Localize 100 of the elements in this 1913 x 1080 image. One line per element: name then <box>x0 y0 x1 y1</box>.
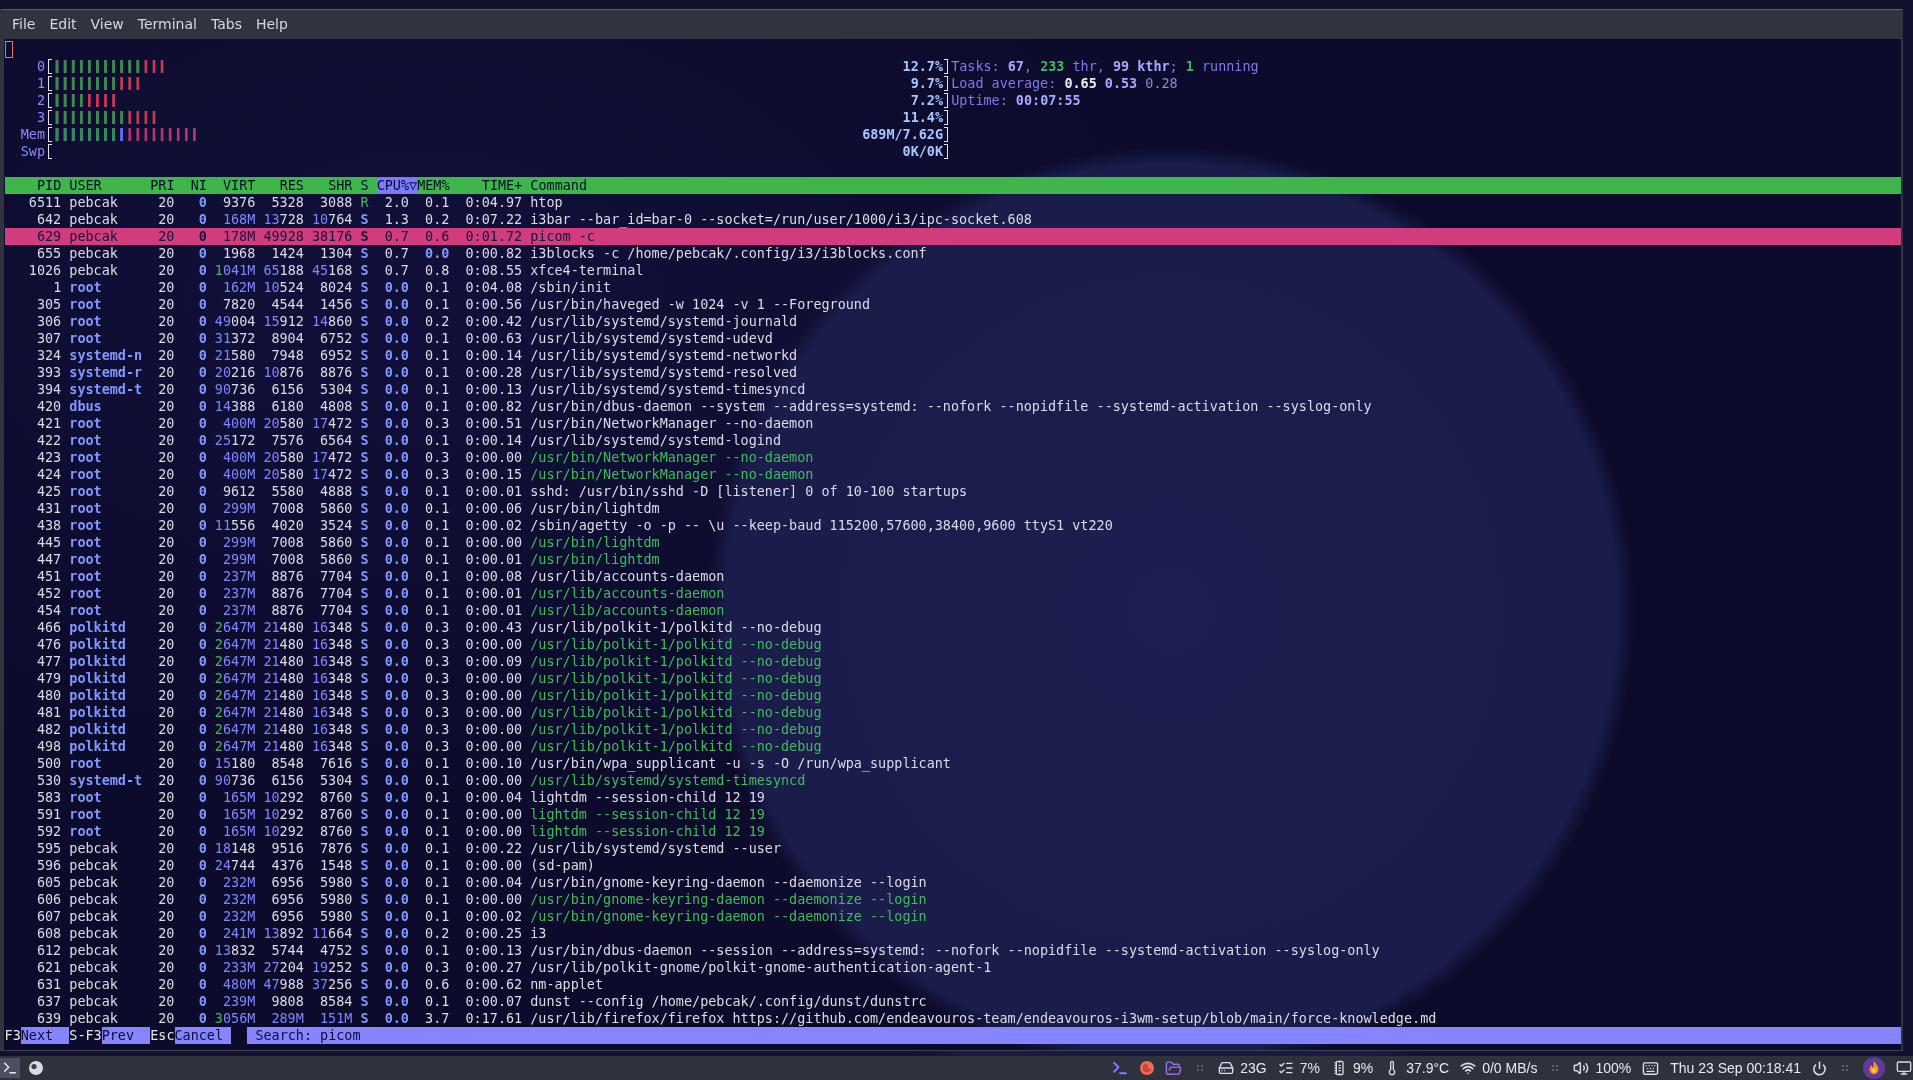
state-letter: S <box>360 620 369 635</box>
resident-memory-value: 21480 <box>263 620 304 635</box>
resident-memory-value: 20580 <box>263 416 304 431</box>
command-line: (sd-pam) <box>530 858 595 873</box>
column-header[interactable]: Command <box>530 178 587 193</box>
shared-memory-value: 6564 <box>319 433 353 448</box>
function-key-button[interactable]: Prev <box>101 1027 151 1044</box>
virtual-memory-value: 299M <box>222 552 256 567</box>
nice-value: 0 <box>198 705 207 720</box>
column-header[interactable]: NI <box>190 178 207 193</box>
folder-icon[interactable] <box>1165 1059 1183 1077</box>
command-line: /usr/bin/haveged -w 1024 -v 1 --Foreground <box>530 297 871 312</box>
meter-reading: 11.4% <box>902 109 944 126</box>
menu-item[interactable]: Terminal <box>130 10 204 39</box>
state-letter: S <box>360 773 369 788</box>
nice-value: 0 <box>198 399 207 414</box>
priority-value: 20 <box>158 756 175 771</box>
cpu-percent: 0.0 <box>384 450 409 465</box>
cpu-time: 0:00.00 <box>465 688 523 703</box>
process-id: 466 <box>36 620 62 635</box>
virtual-memory-value: 3056M <box>214 1011 256 1026</box>
resident-memory-value: 4020 <box>271 518 304 533</box>
cpu-time: 0:00.00 <box>465 824 523 839</box>
column-header[interactable]: VIRT <box>223 178 256 193</box>
search-input[interactable]: picom <box>320 1027 1901 1044</box>
meter-label: Swp <box>20 144 46 159</box>
state-letter: S <box>360 433 369 448</box>
memory-percent: 0.1 <box>425 586 450 601</box>
priority-value: 20 <box>158 399 175 414</box>
column-header[interactable]: PRI <box>150 178 175 193</box>
cpu-time: 0:17.61 <box>465 1011 523 1026</box>
speaker-icon[interactable] <box>1573 1060 1590 1076</box>
cpu-percent: 0.0 <box>384 790 409 805</box>
state-letter: S <box>360 467 369 482</box>
search-field[interactable]: Search: picom <box>247 1027 1901 1044</box>
process-id: 477 <box>36 654 62 669</box>
column-header[interactable]: S <box>360 178 369 193</box>
menu-item[interactable]: Help <box>248 10 295 39</box>
virtual-memory-value: 178M <box>222 229 256 244</box>
workspace-button[interactable] <box>26 1058 46 1078</box>
state-letter: S <box>360 348 369 363</box>
nice-value: 0 <box>198 994 207 1009</box>
resident-memory-value: 4544 <box>271 297 304 312</box>
command-line: sshd: /usr/bin/sshd -D [listener] 0 of 10-100 startups <box>530 484 968 499</box>
state-letter: S <box>360 926 369 941</box>
keyboard-icon[interactable] <box>1642 1059 1660 1077</box>
memory-percent: 0.3 <box>425 620 450 635</box>
meter-label: 0 <box>36 59 46 74</box>
cpu-time: 0:08.55 <box>465 263 523 278</box>
command-line: i3 <box>530 926 547 941</box>
command-line: /sbin/agetty -o -p -- \u --keep-baud 115200,57600,38400,9600 ttyS1 vt220 <box>530 518 1113 533</box>
menu-item[interactable]: View <box>83 10 131 39</box>
selected-process-row[interactable]: 629 pebcak 20 0 178M 49928 38176 S 0.7 0.6 0:01.72 picom -c <box>4 228 1901 245</box>
cpu-percent: 0.0 <box>384 620 409 635</box>
cpu-time: 0:00.82 <box>465 246 523 261</box>
circle-icon <box>29 1061 43 1075</box>
column-header[interactable]: RES <box>279 178 304 193</box>
process-id: 605 <box>36 875 62 890</box>
nice-value: 0 <box>198 841 207 856</box>
menu-item[interactable]: Tabs <box>203 10 249 39</box>
flame-icon[interactable] <box>1863 1057 1885 1079</box>
prompt-icon[interactable] <box>1111 1059 1130 1077</box>
cpu-percent: 0.0 <box>384 943 409 958</box>
menu-item[interactable]: File <box>5 10 43 39</box>
power-icon[interactable] <box>1812 1060 1827 1076</box>
workspace-button[interactable] <box>0 1058 20 1078</box>
monitor-icon[interactable] <box>1896 1060 1912 1076</box>
cpu-percent: 0.0 <box>384 671 409 686</box>
priority-value: 20 <box>158 1011 175 1026</box>
resident-memory-value: 21480 <box>263 637 304 652</box>
priority-value: 20 <box>158 314 175 329</box>
resident-memory-value: 6956 <box>271 875 304 890</box>
command-line: /usr/lib/polkit-1/polkitd --no-debug <box>530 654 822 669</box>
memory-percent: 0.0 <box>425 246 450 261</box>
user-name: dbus <box>69 399 102 414</box>
state-letter: S <box>360 229 369 244</box>
column-header[interactable]: SHR <box>328 178 353 193</box>
process-id: 629 <box>36 229 62 244</box>
function-key-button[interactable]: Next <box>20 1027 70 1044</box>
cpu-time: 0:00.13 <box>465 943 523 958</box>
function-key-button[interactable]: Cancel <box>174 1027 232 1044</box>
priority-value: 20 <box>158 739 175 754</box>
cpu-percent: 0.0 <box>384 314 409 329</box>
state-letter: S <box>360 705 369 720</box>
memory-percent: 0.1 <box>425 909 450 924</box>
virtual-memory-value: 20216 <box>214 365 256 380</box>
menu-item[interactable]: Edit <box>42 10 84 39</box>
shared-memory-value: 7704 <box>319 586 353 601</box>
process-id: 637 <box>36 994 62 1009</box>
meter-reading: 12.7% <box>902 58 944 75</box>
priority-value: 20 <box>158 705 175 720</box>
column-header[interactable]: TIME+ <box>481 178 523 193</box>
process-id: 451 <box>36 569 62 584</box>
column-header[interactable]: PID <box>36 178 62 193</box>
virtual-memory-value: 165M <box>222 824 256 839</box>
column-header[interactable]: USER <box>69 178 102 193</box>
virtual-memory-value: 15180 <box>214 756 256 771</box>
round-logo-icon[interactable] <box>1140 1061 1155 1075</box>
cpu-percent: 0.0 <box>384 552 409 567</box>
column-header[interactable]: MEM% <box>417 178 450 193</box>
